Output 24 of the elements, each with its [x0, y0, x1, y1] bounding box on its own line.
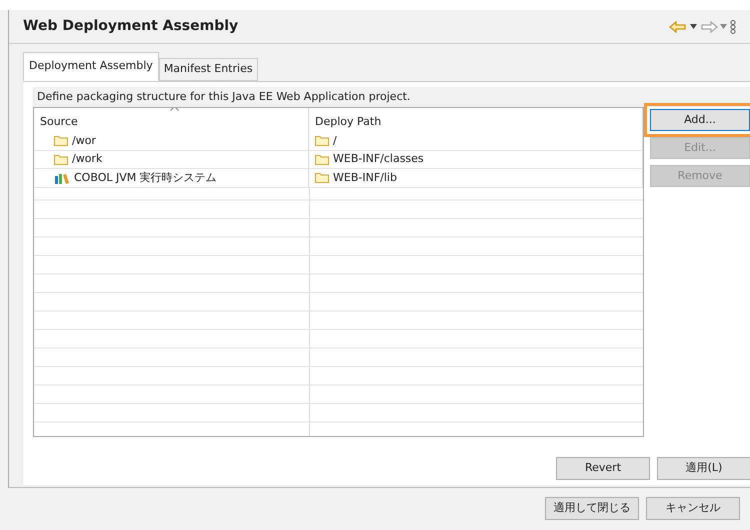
deploy-path-cell[interactable]: WEB-INF/lib	[333, 170, 397, 186]
library-icon	[54, 172, 70, 184]
menu-icon[interactable]	[730, 20, 736, 34]
tab[interactable]: Manifest Entries	[158, 58, 258, 80]
folder-icon	[315, 135, 329, 146]
folder-icon	[54, 135, 68, 146]
panel-button[interactable]: 適用(L)	[657, 457, 750, 480]
source-cell[interactable]: /work	[72, 151, 102, 168]
page-title: Web Deployment Assembly	[23, 18, 240, 35]
dialog-button[interactable]: キャンセル	[646, 497, 740, 520]
column-header[interactable]: Source	[40, 115, 78, 128]
source-cell[interactable]: COBOL JVM 実行時システム	[74, 170, 217, 186]
deploy-path-cell[interactable]: /	[333, 132, 337, 149]
dialog-button[interactable]: 適用して閉じる	[545, 497, 639, 520]
dropdown-icon[interactable]	[690, 24, 697, 29]
folder-icon	[315, 154, 329, 165]
source-cell[interactable]: /wor	[72, 132, 96, 149]
column-header[interactable]: Deploy Path	[315, 115, 382, 128]
folder-icon	[315, 172, 329, 184]
description-text: Define packaging structure for this Java EE Web Application project.	[33, 86, 750, 107]
deploy-path-cell[interactable]: WEB-INF/classes	[333, 151, 424, 168]
tab[interactable]: Deployment Assembly	[23, 52, 159, 80]
panel-button[interactable]: Revert	[556, 457, 650, 480]
folder-icon	[54, 154, 68, 165]
